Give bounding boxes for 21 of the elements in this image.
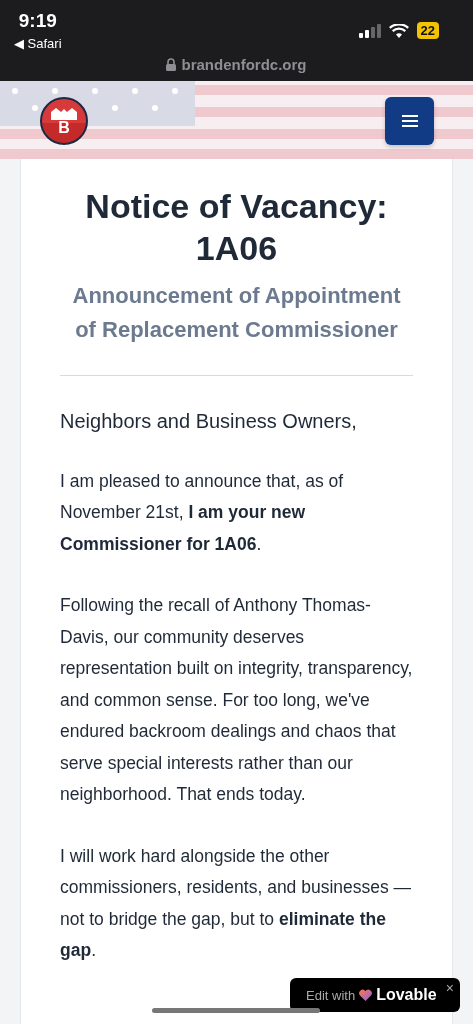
edit-with-badge[interactable]: Edit with Lovable × [290,978,460,1012]
signal-icon [358,23,381,38]
battery-indicator: 22 [416,22,439,39]
lock-icon [166,58,177,71]
url-bar[interactable]: brandenfordc.org [161,56,312,73]
paragraph: Following the recall of Anthony Thomas-Davis, our community deserves representation built on integrity, transparency, and common sense. For too long, we've endured backroom dealings and chaos that serve special interests rather than our neighborhood. That ends today. [60,594,413,806]
close-button[interactable]: × [445,980,454,996]
wifi-icon [388,23,409,38]
menu-icon [401,115,418,127]
paragraph: I will work hard alongside the other commissioners, residents, and businesses — not to bridge the gap, but to eliminate the gap. [60,844,413,962]
building-icon [49,106,79,120]
menu-button[interactable] [385,97,434,145]
notice-subtitle: Announcement of Appointment of Replacement Commissioner [71,282,402,344]
greeting: Neighbors and Business Owners, [60,409,358,434]
back-to-app-link[interactable]: ◀ Safari [14,36,62,51]
notice-title: Notice of Vacancy: 1A06 [84,186,389,269]
heart-icon [359,989,373,1001]
status-time: 9:19 [18,10,57,32]
brand-name: Lovable [376,986,437,1004]
badge-label: Edit with [306,987,356,1003]
paragraph: I am pleased to announce that, as of November 21st, I am your new Commissioner for 1A06. [60,469,345,556]
